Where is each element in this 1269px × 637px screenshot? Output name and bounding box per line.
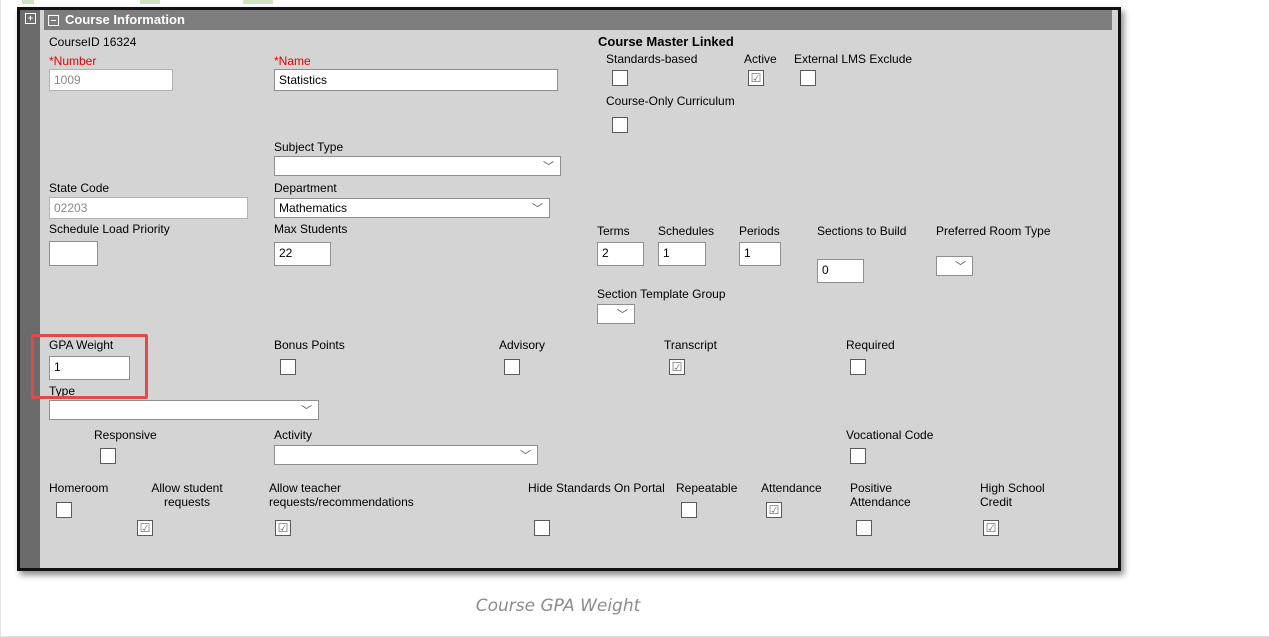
external-lms-exclude-checkbox[interactable] bbox=[800, 70, 816, 86]
periods-input[interactable]: 1 bbox=[739, 242, 781, 266]
course-form: CourseID 16324 Course Master Linked *Num… bbox=[44, 30, 1112, 568]
standards-based-label: Standards-based bbox=[606, 52, 698, 66]
positive-attendance-checkbox[interactable] bbox=[856, 520, 872, 536]
schedules-input[interactable]: 1 bbox=[658, 242, 706, 266]
allow-student-requests-checkbox[interactable]: ☑ bbox=[137, 520, 153, 536]
attendance-label: Attendance bbox=[761, 481, 822, 495]
allow-teacher-requests-label: Allow teacher requests/recommendations bbox=[269, 481, 414, 509]
advisory-checkbox[interactable] bbox=[504, 359, 520, 375]
schedules-label: Schedules bbox=[658, 224, 715, 238]
transcript-label: Transcript bbox=[664, 338, 717, 352]
course-only-curriculum-checkbox[interactable] bbox=[612, 117, 628, 133]
responsive-label: Responsive bbox=[94, 428, 157, 442]
bonus-points-checkbox[interactable] bbox=[280, 359, 296, 375]
chevron-down-icon: ﹀ bbox=[617, 309, 628, 321]
preferred-room-type-select[interactable]: ﹀ bbox=[936, 256, 973, 276]
chevron-down-icon: ﹀ bbox=[520, 450, 531, 462]
allow-teacher-requests-checkbox[interactable]: ☑ bbox=[275, 520, 291, 536]
state-code-input[interactable]: 02203 bbox=[49, 197, 248, 219]
attendance-checkbox[interactable]: ☑ bbox=[766, 502, 782, 518]
section-template-group-select[interactable]: ﹀ bbox=[597, 304, 635, 324]
left-side-bar: + bbox=[20, 10, 40, 568]
number-label: *Number bbox=[49, 54, 97, 68]
high-school-credit-label: High School Credit bbox=[980, 481, 1045, 509]
course-information-screenshot: + Course Information CourseID 16324 Cour… bbox=[17, 7, 1121, 571]
repeatable-checkbox[interactable] bbox=[681, 502, 697, 518]
periods-label: Periods bbox=[739, 224, 780, 238]
active-label: Active bbox=[744, 52, 777, 66]
schedule-load-priority-input[interactable] bbox=[49, 241, 98, 266]
state-code-label: State Code bbox=[49, 181, 110, 195]
chevron-down-icon: ﹀ bbox=[532, 203, 543, 215]
department-label: Department bbox=[274, 181, 337, 195]
sections-to-build-label: Sections to Build bbox=[817, 224, 907, 238]
allow-student-requests-label: Allow student requests bbox=[151, 481, 223, 509]
subject-type-select[interactable]: ﹀ bbox=[274, 156, 561, 176]
high-school-credit-checkbox[interactable]: ☑ bbox=[983, 520, 999, 536]
figure-caption-text: Course GPA Weight bbox=[475, 596, 641, 616]
name-label: *Name bbox=[274, 54, 311, 68]
activity-label: Activity bbox=[274, 428, 313, 442]
required-label: Required bbox=[846, 338, 895, 352]
hide-standards-on-portal-checkbox[interactable] bbox=[534, 520, 550, 536]
chevron-down-icon: ﹀ bbox=[301, 405, 312, 417]
standards-based-checkbox[interactable] bbox=[612, 70, 628, 86]
chevron-down-icon: ﹀ bbox=[955, 261, 966, 273]
transcript-checkbox[interactable]: ☑ bbox=[669, 359, 685, 375]
homeroom-label: Homeroom bbox=[49, 481, 109, 495]
department-select[interactable]: Mathematics ﹀ bbox=[274, 198, 550, 218]
course-only-curriculum-label: Course-Only Curriculum bbox=[606, 94, 735, 108]
section-header: Course Information bbox=[44, 10, 1112, 30]
type-select[interactable]: ﹀ bbox=[49, 400, 319, 420]
chevron-down-icon: ﹀ bbox=[543, 161, 554, 173]
subject-type-label: Subject Type bbox=[274, 140, 344, 154]
course-master-linked: Course Master Linked bbox=[598, 34, 734, 49]
schedule-load-priority-label: Schedule Load Priority bbox=[49, 222, 170, 236]
gpa-weight-highlight bbox=[31, 334, 148, 399]
advisory-label: Advisory bbox=[499, 338, 546, 352]
course-id: CourseID 16324 bbox=[49, 35, 137, 49]
collapse-icon[interactable] bbox=[48, 15, 59, 26]
number-input[interactable]: 1009 bbox=[49, 69, 173, 91]
department-value: Mathematics bbox=[279, 201, 348, 215]
terms-input[interactable]: 2 bbox=[597, 242, 644, 266]
active-checkbox[interactable]: ☑ bbox=[748, 70, 764, 86]
repeatable-label: Repeatable bbox=[676, 481, 738, 495]
section-template-group-label: Section Template Group bbox=[597, 287, 726, 301]
external-lms-exclude-label: External LMS Exclude bbox=[794, 52, 913, 66]
positive-attendance-label: Positive Attendance bbox=[850, 481, 911, 509]
expand-icon[interactable]: + bbox=[25, 13, 36, 24]
max-students-input[interactable]: 22 bbox=[274, 242, 331, 266]
vocational-code-label: Vocational Code bbox=[846, 428, 934, 442]
bonus-points-label: Bonus Points bbox=[274, 338, 345, 352]
sections-to-build-input[interactable]: 0 bbox=[817, 259, 864, 283]
section-title: Course Information bbox=[65, 12, 185, 27]
activity-select[interactable]: ﹀ bbox=[274, 445, 538, 465]
preferred-room-type-label: Preferred Room Type bbox=[936, 224, 1051, 238]
hide-standards-on-portal-label: Hide Standards On Portal bbox=[528, 481, 665, 495]
terms-label: Terms bbox=[597, 224, 630, 238]
max-students-label: Max Students bbox=[274, 222, 348, 236]
name-input[interactable]: Statistics bbox=[274, 69, 558, 91]
homeroom-checkbox[interactable] bbox=[56, 502, 72, 518]
responsive-checkbox[interactable] bbox=[100, 448, 116, 464]
vocational-code-checkbox[interactable] bbox=[850, 448, 866, 464]
required-checkbox[interactable] bbox=[850, 359, 866, 375]
